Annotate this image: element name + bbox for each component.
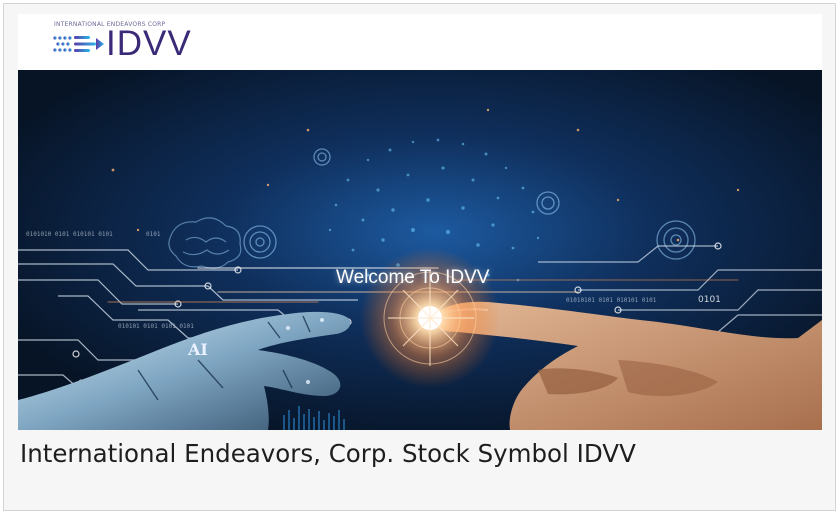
ai-label: AI (188, 340, 208, 359)
svg-text:010101 0101 0101 0101: 010101 0101 0101 0101 (118, 323, 194, 330)
hero-banner-image: 0101010 0101 010101 0101 0101 010101 010… (18, 70, 822, 430)
svg-text:0101010 0101 010101 0101: 0101010 0101 010101 0101 (26, 231, 113, 238)
hero-illustration: 0101010 0101 010101 0101 0101 010101 010… (18, 70, 822, 430)
svg-text:0101: 0101 (146, 231, 161, 238)
logo-wordmark[interactable]: IDVV (106, 24, 192, 64)
image-caption: International Endeavors, Corp. Stock Sym… (20, 439, 636, 468)
dotted-arrows-icon (53, 36, 104, 52)
svg-text:0101: 0101 (698, 295, 721, 305)
svg-text:01010101 0101 010101 0101: 01010101 0101 010101 0101 (566, 297, 657, 304)
welcome-heading: Welcome To IDVV (336, 267, 490, 288)
site-header: INTERNATIONAL ENDEAVORS CORP IDVV (18, 14, 822, 70)
